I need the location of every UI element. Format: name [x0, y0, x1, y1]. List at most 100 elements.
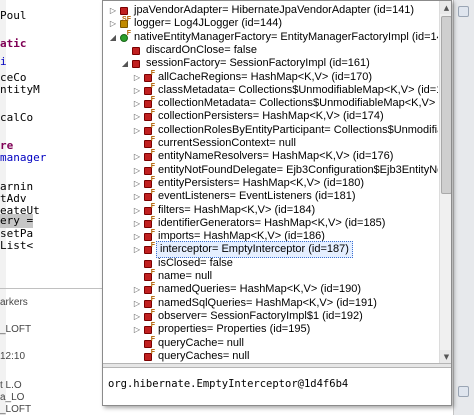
final-badge-icon: F [150, 241, 155, 249]
no-expand-spacer [132, 259, 142, 269]
final-badge-icon: F [150, 202, 155, 210]
scroll-thumb[interactable] [441, 16, 451, 194]
editor-divider [0, 288, 102, 289]
expand-arrow-icon[interactable]: ▷ [132, 192, 142, 202]
red-final-field-icon: F [144, 189, 155, 201]
highlighted-code-line: ery = [0, 214, 34, 228]
final-badge-icon: F [150, 122, 155, 130]
variable-inspector-popup: ▷ jpaVendorAdapter= HibernateJpaVendorAda… [102, 0, 452, 406]
collapse-arrow-icon[interactable]: ◢ [120, 59, 130, 69]
expand-arrow-icon[interactable]: ▷ [132, 73, 142, 83]
expand-arrow-icon[interactable]: ▷ [132, 86, 142, 96]
red-field-icon [132, 59, 140, 68]
expand-arrow-icon[interactable]: ▷ [132, 166, 142, 176]
final-badge-icon: F [150, 82, 155, 90]
ruler-marker-icon[interactable] [458, 6, 469, 17]
expand-arrow-icon[interactable]: ▷ [132, 299, 142, 309]
red-final-field-icon: F [144, 149, 155, 161]
expand-arrow-icon[interactable]: ▷ [132, 232, 142, 242]
collapse-arrow-icon[interactable]: ◢ [108, 33, 118, 43]
final-badge-icon: F [150, 321, 155, 329]
console-line: _LOFT [0, 404, 32, 415]
expand-arrow-icon[interactable]: ▷ [132, 99, 142, 109]
red-field-icon [144, 259, 152, 268]
detail-pane[interactable]: org.hibernate.EmptyInterceptor@1d4f6b4 [103, 368, 451, 405]
scroll-up-arrow-icon[interactable]: ▲ [440, 1, 451, 14]
final-badge-icon: F [150, 108, 155, 116]
code-line: atic [0, 37, 27, 50]
red-final-field-icon: F [144, 309, 155, 321]
code-editor[interactable]: Poul atic i ceCo ntityM calCo re manager… [0, 0, 102, 415]
final-badge-icon: F [150, 148, 155, 156]
expand-arrow-icon[interactable]: ▷ [132, 206, 142, 216]
console-line: t L.O [0, 380, 22, 391]
red-final-field-icon: F [144, 70, 155, 82]
red-final-field-icon: F [144, 336, 155, 348]
expand-arrow-icon[interactable]: ▷ [132, 112, 142, 122]
final-badge-icon: F [150, 308, 155, 316]
final-badge-icon: F [150, 175, 155, 183]
red-final-field-icon: F [144, 242, 155, 254]
tree-vertical-scrollbar[interactable]: ▲ ▼ [439, 1, 451, 363]
red-final-field-icon: F [144, 216, 155, 228]
code-line: i [0, 55, 7, 68]
tree-row[interactable]: FqueryCaches= null [132, 348, 251, 363]
no-expand-spacer [132, 352, 142, 362]
no-expand-spacer [132, 272, 142, 282]
code-line: List< [0, 239, 34, 252]
detail-value-text: org.hibernate.EmptyInterceptor@1d4f6b4 [108, 378, 349, 390]
no-expand-spacer [120, 46, 130, 56]
final-badge-icon: F [150, 228, 155, 236]
red-final-field-icon: F [144, 349, 155, 361]
expand-arrow-icon[interactable]: ▷ [132, 126, 142, 136]
red-final-field-icon: F [144, 163, 155, 175]
final-badge-icon: F [150, 95, 155, 103]
red-final-field-icon: F [144, 282, 155, 294]
red-final-field-icon: F [144, 136, 155, 148]
red-field-icon [120, 6, 128, 15]
red-final-field-icon: F [144, 203, 155, 215]
final-badge-icon: F [150, 335, 155, 343]
expand-arrow-icon[interactable]: ▷ [132, 312, 142, 322]
final-badge-icon: F [150, 188, 155, 196]
red-final-field-icon: F [144, 83, 155, 95]
code-line: manager [0, 151, 47, 164]
red-final-field-icon: F [144, 296, 155, 308]
code-line: Poul [0, 9, 27, 22]
expand-arrow-icon[interactable]: ▷ [132, 179, 142, 189]
scroll-down-arrow-icon[interactable]: ▼ [440, 350, 451, 363]
final-badge-icon: F [150, 295, 155, 303]
no-expand-spacer [132, 139, 142, 149]
console-line: 12:10 [0, 351, 26, 362]
final-badge-icon: F [150, 215, 155, 223]
red-final-field-icon: F [144, 322, 155, 334]
expand-arrow-icon[interactable]: ▷ [108, 6, 118, 16]
console-line: _LOFT [0, 324, 32, 335]
expand-arrow-icon[interactable]: ▷ [132, 325, 142, 335]
final-badge-icon: F [150, 135, 155, 143]
variable-tree[interactable]: ▷ jpaVendorAdapter= HibernateJpaVendorAda… [103, 1, 438, 363]
red-final-field-icon: F [144, 269, 155, 281]
code-line: calCo [0, 111, 34, 124]
expand-arrow-icon[interactable]: ▷ [132, 245, 142, 255]
editor-overview-ruler [453, 0, 474, 415]
final-badge-icon: F [150, 69, 155, 77]
red-final-field-icon: F [144, 123, 155, 135]
expand-arrow-icon[interactable]: ▷ [108, 19, 118, 29]
static-final-badge-icon: SF [122, 15, 131, 23]
tree-row-label: queryCaches= null [158, 350, 250, 362]
final-badge-icon: F [150, 268, 155, 276]
red-final-field-icon: F [144, 176, 155, 188]
expand-arrow-icon[interactable]: ▷ [132, 219, 142, 229]
ruler-marker-icon[interactable] [458, 386, 469, 397]
expand-arrow-icon[interactable]: ▷ [132, 152, 142, 162]
console-line: a_LO [0, 392, 25, 403]
final-badge-icon: F [150, 348, 155, 356]
final-badge-icon: F [150, 162, 155, 170]
markers-tab[interactable]: arkers [0, 297, 28, 308]
no-expand-spacer [132, 339, 142, 349]
red-final-field-icon: F [144, 109, 155, 121]
red-field-icon [132, 46, 140, 55]
expand-arrow-icon[interactable]: ▷ [132, 285, 142, 295]
red-final-field-icon: F [144, 96, 155, 108]
